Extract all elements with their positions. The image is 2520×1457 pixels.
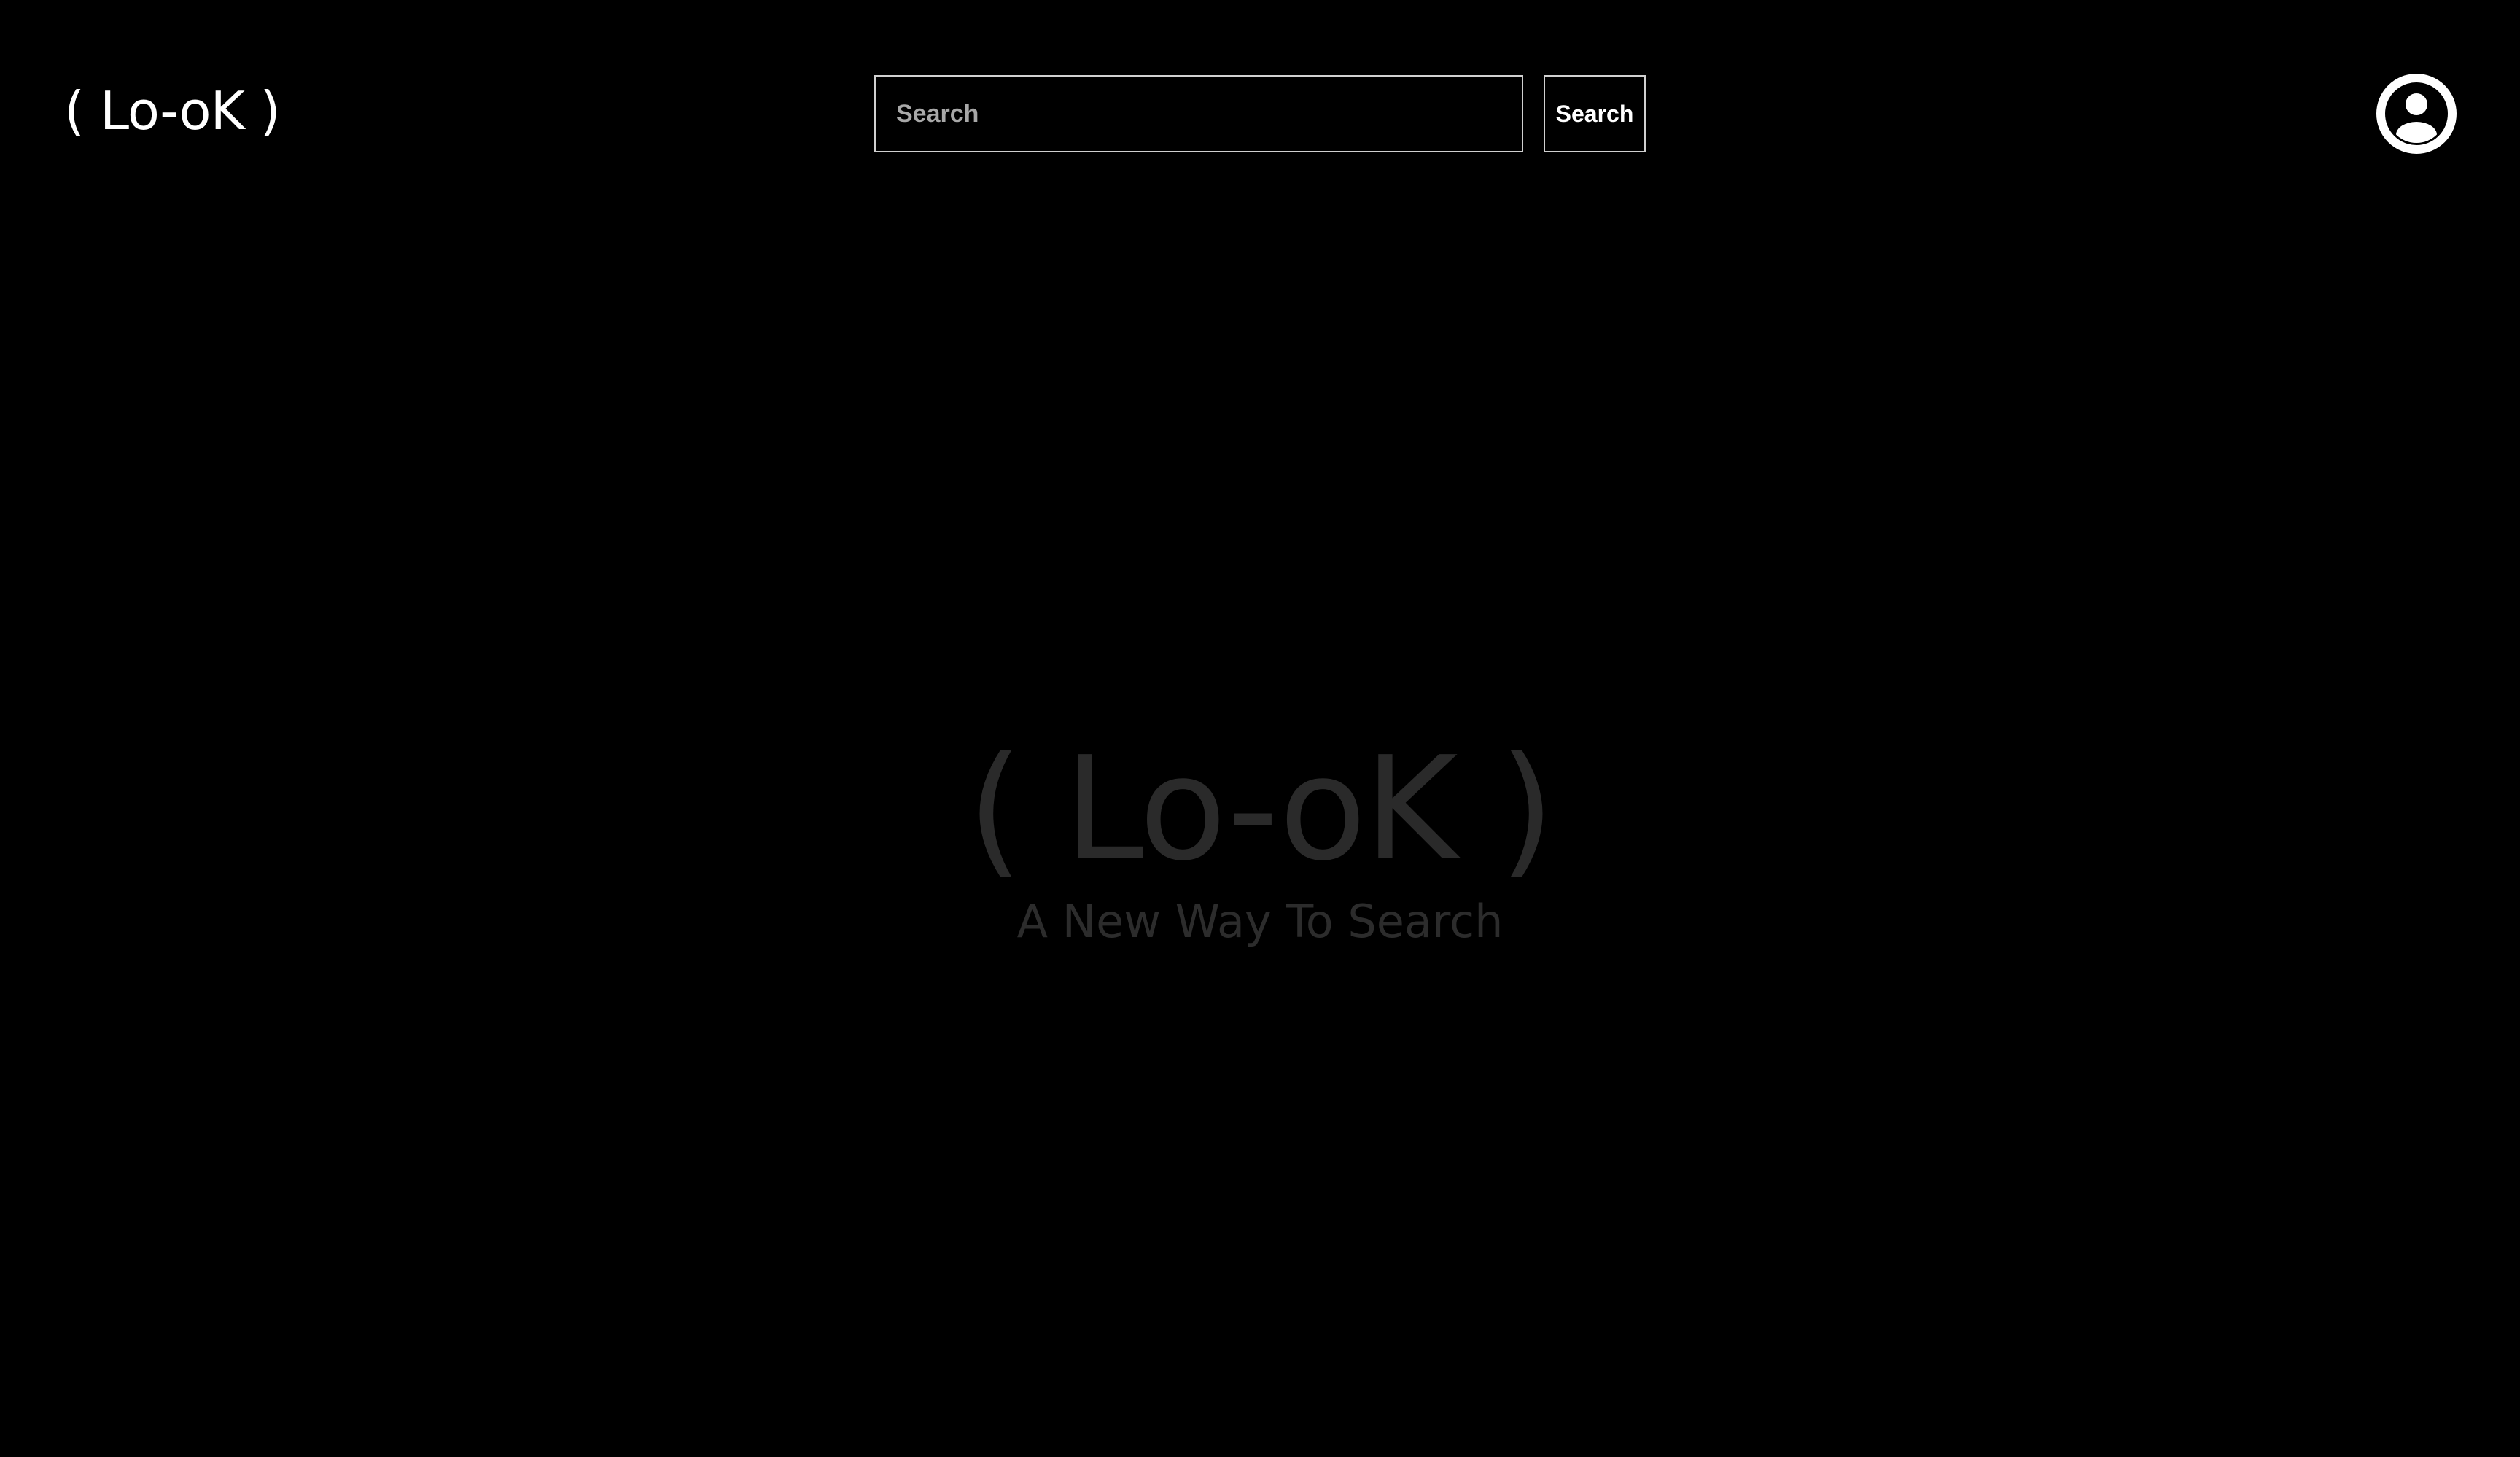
user-circle-icon[interactable] [2376, 73, 2457, 155]
site-logo[interactable]: ( Lo-oK ) [64, 76, 281, 146]
hero: ( Lo-oK ) A New Way To Search [0, 729, 2520, 951]
search-input[interactable] [874, 75, 1523, 152]
hero-tagline: A New Way To Search [1016, 895, 1504, 948]
hero-title: ( Lo-oK ) [967, 726, 1555, 893]
search-button[interactable]: Search [1544, 75, 1646, 152]
